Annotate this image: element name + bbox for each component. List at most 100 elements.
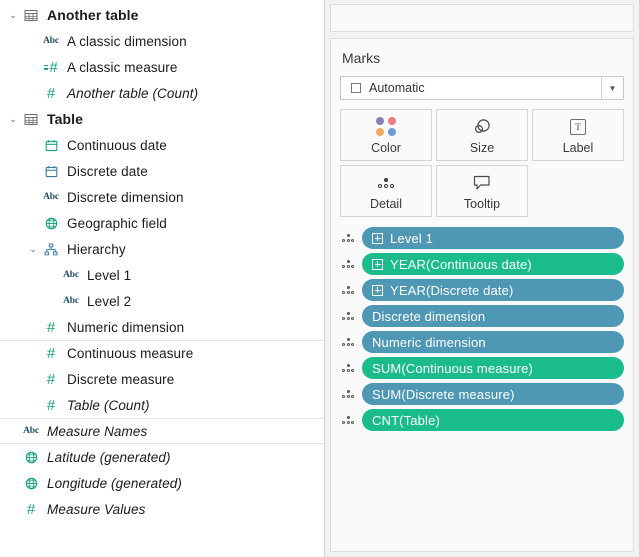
calendar-blue-icon: [40, 162, 62, 180]
globe-icon: [20, 474, 42, 492]
field-label: Level 1: [87, 267, 132, 283]
number-icon: #: [46, 396, 56, 414]
mark-pill-row: Numeric dimension: [340, 331, 624, 353]
globe-icon: [40, 214, 62, 232]
field-row[interactable]: ›Geographic field: [0, 210, 324, 236]
field-row[interactable]: ›#A classic measure: [0, 54, 324, 80]
mark-pill-label: SUM(Continuous measure): [372, 360, 533, 376]
field-label: Longitude (generated): [47, 475, 182, 491]
mark-pill-row: CNT(Table): [340, 409, 624, 431]
size-button[interactable]: Size: [436, 109, 528, 161]
table-group-header[interactable]: ⌄ Another table: [0, 2, 324, 28]
mark-pill-row: YEAR(Continuous date): [340, 253, 624, 275]
tooltip-button[interactable]: Tooltip: [436, 165, 528, 217]
expand-plus-icon[interactable]: [372, 232, 383, 244]
field-label: Continuous measure: [67, 346, 194, 361]
field-row[interactable]: ›AbcLevel 1: [0, 262, 324, 288]
mark-pill-label: Discrete dimension: [372, 308, 486, 324]
detail-dots-icon[interactable]: [340, 364, 356, 372]
field-row[interactable]: ›#Another table (Count): [0, 80, 324, 106]
mark-pill-label: CNT(Table): [372, 412, 440, 428]
generated-field-row[interactable]: ›Latitude (generated): [0, 444, 324, 470]
tooltip-button-label: Tooltip: [463, 196, 501, 211]
mark-pill[interactable]: Level 1: [362, 227, 624, 249]
field-row[interactable]: ›AbcDiscrete dimension: [0, 184, 324, 210]
mark-type-value: Automatic: [369, 81, 425, 95]
generated-field-row[interactable]: ›Longitude (generated): [0, 470, 324, 496]
abc-icon: Abc: [43, 36, 59, 46]
continuous-number-icon: #: [40, 58, 62, 76]
mark-pill-row: SUM(Discrete measure): [340, 383, 624, 405]
field-row[interactable]: ›Continuous date: [0, 132, 324, 158]
mark-pill-label: YEAR(Discrete date): [390, 282, 514, 298]
field-label: Continuous date: [67, 137, 167, 153]
expand-chevron-icon[interactable]: ⌄: [26, 242, 40, 256]
mark-properties-grid: Color Size T Label Detail Tooltip: [340, 109, 624, 217]
empty-cell: [532, 165, 624, 217]
field-row[interactable]: ›#Continuous measure: [0, 340, 324, 366]
filters-shelf[interactable]: [330, 4, 634, 32]
mark-pill-row: Discrete dimension: [340, 305, 624, 327]
field-row[interactable]: ⌄ Hierarchy: [0, 236, 324, 262]
field-label: A classic measure: [67, 59, 178, 75]
label-text-icon: T: [570, 116, 586, 138]
mark-pill[interactable]: YEAR(Discrete date): [362, 279, 624, 301]
field-row[interactable]: ›Discrete date: [0, 158, 324, 184]
detail-button[interactable]: Detail: [340, 165, 432, 217]
tableau-worksheet: ⌄Another table›AbcA classic dimension ›#A…: [0, 0, 639, 557]
table-group-name: Table: [47, 111, 84, 127]
mark-pill[interactable]: Numeric dimension: [362, 331, 624, 353]
mark-pill[interactable]: Discrete dimension: [362, 305, 624, 327]
abc-icon: Abc: [43, 192, 59, 202]
detail-dots-icon[interactable]: [340, 260, 356, 268]
mark-pill-label: Level 1: [390, 230, 433, 246]
mark-pill[interactable]: SUM(Continuous measure): [362, 357, 624, 379]
expand-plus-icon[interactable]: [372, 258, 383, 270]
number-icon: #: [26, 500, 36, 518]
detail-dots-icon[interactable]: [340, 338, 356, 346]
mark-pill-row: SUM(Continuous measure): [340, 357, 624, 379]
mark-pill[interactable]: SUM(Discrete measure): [362, 383, 624, 405]
abc-icon: Abc: [63, 296, 79, 306]
number-icon: #: [46, 318, 56, 336]
mark-pill-label: YEAR(Continuous date): [390, 256, 532, 272]
tooltip-bubble-icon: [472, 172, 492, 194]
detail-dots-icon[interactable]: [340, 286, 356, 294]
expand-plus-icon[interactable]: [372, 284, 383, 296]
color-button-label: Color: [371, 140, 401, 155]
detail-dots-icon[interactable]: [340, 234, 356, 242]
table-icon: [20, 6, 42, 24]
marks-card-title: Marks: [342, 50, 381, 66]
field-label: Discrete date: [67, 163, 148, 179]
number-icon: #: [46, 84, 56, 102]
field-row[interactable]: ›#Numeric dimension: [0, 314, 324, 340]
detail-dots-icon[interactable]: [340, 390, 356, 398]
mark-type-dropdown[interactable]: Automatic ▼: [340, 76, 624, 100]
table-group-header[interactable]: ⌄ Table: [0, 106, 324, 132]
mark-pill[interactable]: YEAR(Continuous date): [362, 253, 624, 275]
field-row[interactable]: ›AbcA classic dimension: [0, 28, 324, 54]
expand-chevron-icon[interactable]: ⌄: [6, 112, 20, 126]
marks-card: Marks Automatic ▼ Color Size T Label Det…: [330, 38, 634, 552]
label-button[interactable]: T Label: [532, 109, 624, 161]
field-row[interactable]: ›#Table (Count): [0, 392, 324, 418]
field-row[interactable]: ›#Discrete measure: [0, 366, 324, 392]
color-button[interactable]: Color: [340, 109, 432, 161]
field-label: Discrete dimension: [67, 189, 184, 205]
size-button-label: Size: [469, 140, 495, 155]
detail-dots-icon[interactable]: [340, 312, 356, 320]
field-label: Numeric dimension: [67, 319, 185, 335]
generated-field-row[interactable]: ›#Measure Values: [0, 496, 324, 522]
field-row[interactable]: ›AbcLevel 2: [0, 288, 324, 314]
generated-field-row[interactable]: ›AbcMeasure Names: [0, 418, 324, 444]
chevron-down-icon[interactable]: ▼: [601, 77, 623, 99]
hierarchy-icon: [40, 240, 62, 258]
data-pane: ⌄Another table›AbcA classic dimension ›#A…: [0, 0, 325, 557]
label-button-label: Label: [562, 140, 594, 155]
mark-pill-row: YEAR(Discrete date): [340, 279, 624, 301]
mark-pill[interactable]: CNT(Table): [362, 409, 624, 431]
number-icon: #: [46, 370, 56, 388]
color-dots-icon: [375, 116, 397, 138]
expand-chevron-icon[interactable]: ⌄: [6, 8, 20, 22]
detail-dots-icon[interactable]: [340, 416, 356, 424]
